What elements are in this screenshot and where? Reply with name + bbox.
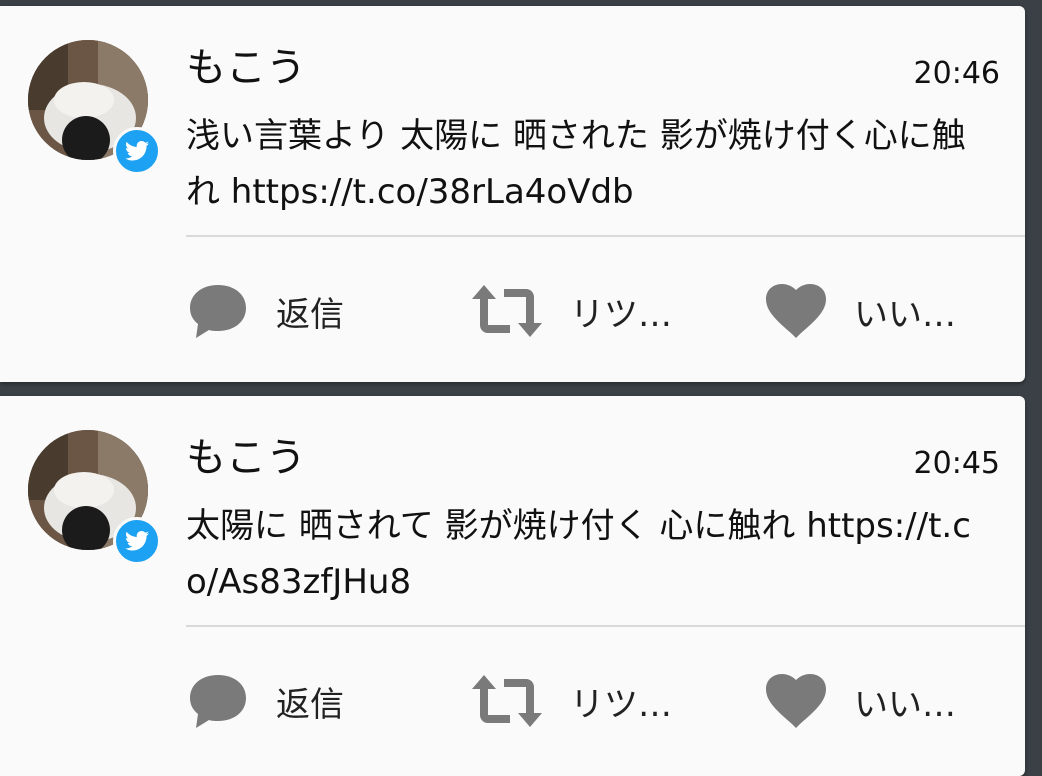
like-button[interactable]: いい…: [764, 278, 956, 344]
heart-icon: [764, 282, 828, 340]
divider: [186, 235, 1025, 237]
twitter-bird-icon: [113, 127, 161, 175]
reply-button[interactable]: 返信: [186, 278, 344, 344]
retweet-icon: [470, 283, 544, 339]
like-button[interactable]: いい…: [764, 668, 956, 734]
retweet-icon: [470, 673, 544, 729]
reply-label: 返信: [276, 294, 344, 335]
heart-icon: [764, 672, 828, 730]
user-name: もこう: [186, 45, 306, 91]
notification-card[interactable]: もこう 20:45 太陽に 晒されて 影が焼け付く 心に触れ https://t…: [0, 396, 1025, 776]
speech-bubble-icon: [186, 281, 250, 341]
retweet-label: リツ…: [570, 684, 672, 725]
retweet-label: リツ…: [570, 294, 672, 335]
action-bar: 返信 リツ… いい…: [186, 668, 986, 734]
twitter-bird-icon: [113, 517, 161, 565]
timestamp: 20:46: [913, 56, 1000, 91]
action-bar: 返信 リツ… いい…: [186, 278, 986, 344]
like-label: いい…: [854, 684, 956, 725]
like-label: いい…: [854, 294, 956, 335]
reply-button[interactable]: 返信: [186, 668, 344, 734]
user-name: もこう: [186, 435, 306, 481]
retweet-button[interactable]: リツ…: [470, 668, 672, 734]
notification-card[interactable]: もこう 20:46 浅い言葉より 太陽に 晒された 影が焼け付く心に触れ htt…: [0, 6, 1025, 382]
reply-label: 返信: [276, 684, 344, 725]
tweet-text: 太陽に 晒されて 影が焼け付く 心に触れ https://t.co/As83zf…: [186, 506, 971, 602]
tweet-text: 浅い言葉より 太陽に 晒された 影が焼け付く心に触れ https://t.co/…: [186, 116, 966, 212]
speech-bubble-icon: [186, 671, 250, 731]
timestamp: 20:45: [913, 446, 1000, 481]
retweet-button[interactable]: リツ…: [470, 278, 672, 344]
divider: [186, 625, 1025, 627]
